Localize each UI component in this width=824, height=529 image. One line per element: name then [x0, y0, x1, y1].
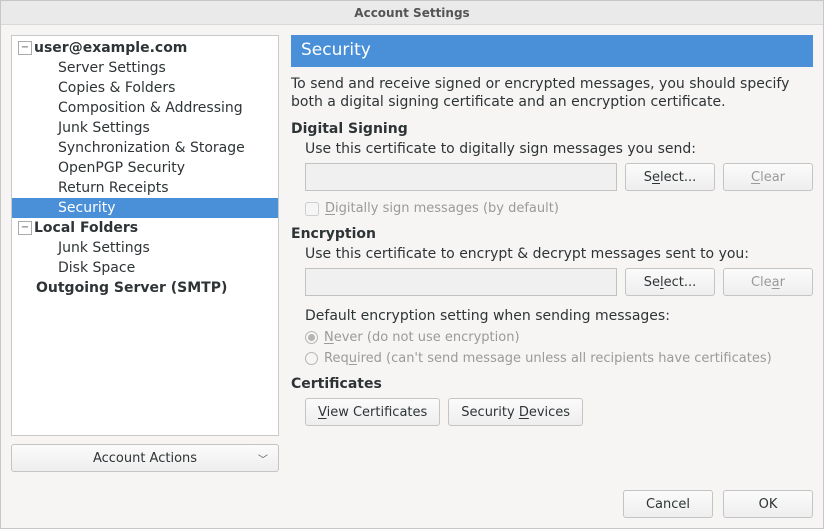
digital-signing-heading: Digital Signing [291, 121, 813, 137]
accounts-tree[interactable]: −user@example.comServer SettingsCopies &… [11, 35, 279, 436]
tree-item[interactable]: Junk Settings [12, 118, 278, 138]
encryption-never-radio: Never (do not use encryption) [305, 330, 813, 345]
tree-item[interactable]: Disk Space [12, 258, 278, 278]
radio-icon [305, 352, 318, 365]
tree-item[interactable]: Server Settings [12, 58, 278, 78]
tree-item[interactable]: Copies & Folders [12, 78, 278, 98]
tree-label: Composition & Addressing [56, 98, 243, 118]
cancel-button[interactable]: Cancel [623, 490, 713, 518]
tree-label: Local Folders [34, 218, 138, 238]
tree-label: Disk Space [56, 258, 135, 278]
sign-by-default-input [305, 202, 319, 216]
tree-label: Outgoing Server (SMTP) [34, 278, 227, 298]
certificates-heading: Certificates [291, 376, 813, 392]
account-settings-window: Account Settings −user@example.comServer… [0, 0, 824, 529]
view-certificates-button[interactable]: View Certificates [305, 398, 440, 426]
tree-label: Junk Settings [56, 238, 150, 258]
tree-label: Server Settings [56, 58, 166, 78]
tree-item[interactable]: Junk Settings [12, 238, 278, 258]
encryption-hint: Use this certificate to encrypt & decryp… [305, 246, 813, 262]
collapse-icon[interactable]: − [18, 221, 32, 235]
encryption-clear-button: Clear [723, 268, 813, 296]
encryption-heading: Encryption [291, 226, 813, 242]
window-title: Account Settings [1, 1, 823, 25]
chevron-down-icon: ﹀ [258, 451, 268, 466]
tree-label: Copies & Folders [56, 78, 175, 98]
sign-by-default-checkbox: Digitally sign messages (by default) [305, 201, 813, 216]
signing-select-button[interactable]: Select... [625, 163, 715, 191]
account-actions-button[interactable]: Account Actions ﹀ [11, 444, 279, 472]
signing-hint: Use this certificate to digitally sign m… [305, 141, 813, 157]
tree-item[interactable]: Synchronization & Storage [12, 138, 278, 158]
signing-clear-button: Clear [723, 163, 813, 191]
encryption-required-radio: Required (can't send message unless all … [305, 351, 813, 366]
tree-label: user@example.com [34, 38, 187, 58]
radio-icon [305, 331, 318, 344]
default-encryption-label: Default encryption setting when sending … [305, 308, 813, 324]
tree-label: Junk Settings [56, 118, 150, 138]
collapse-icon[interactable]: − [18, 41, 32, 55]
tree-label: Return Receipts [56, 178, 169, 198]
dialog-footer: Cancel OK [1, 482, 823, 528]
panel-description: To send and receive signed or encrypted … [291, 75, 813, 111]
tree-item[interactable]: Security [12, 198, 278, 218]
tree-account[interactable]: −Local Folders [12, 218, 278, 238]
signing-cert-field[interactable] [305, 163, 617, 191]
tree-label: Synchronization & Storage [56, 138, 245, 158]
tree-item[interactable]: Composition & Addressing [12, 98, 278, 118]
security-devices-button[interactable]: Security Devices [448, 398, 583, 426]
encryption-cert-field[interactable] [305, 268, 617, 296]
tree-account[interactable]: −user@example.com [12, 38, 278, 58]
tree-label: OpenPGP Security [56, 158, 185, 178]
encryption-select-button[interactable]: Select... [625, 268, 715, 296]
account-actions-label: Account Actions [93, 451, 197, 466]
ok-button[interactable]: OK [723, 490, 813, 518]
content-area: −user@example.comServer SettingsCopies &… [1, 25, 823, 482]
tree-label: Security [56, 198, 116, 218]
sidebar: −user@example.comServer SettingsCopies &… [11, 35, 279, 472]
panel-heading: Security [291, 35, 813, 67]
tree-item[interactable]: Return Receipts [12, 178, 278, 198]
main-panel: Security To send and receive signed or e… [291, 35, 813, 472]
tree-account[interactable]: Outgoing Server (SMTP) [12, 278, 278, 298]
tree-item[interactable]: OpenPGP Security [12, 158, 278, 178]
